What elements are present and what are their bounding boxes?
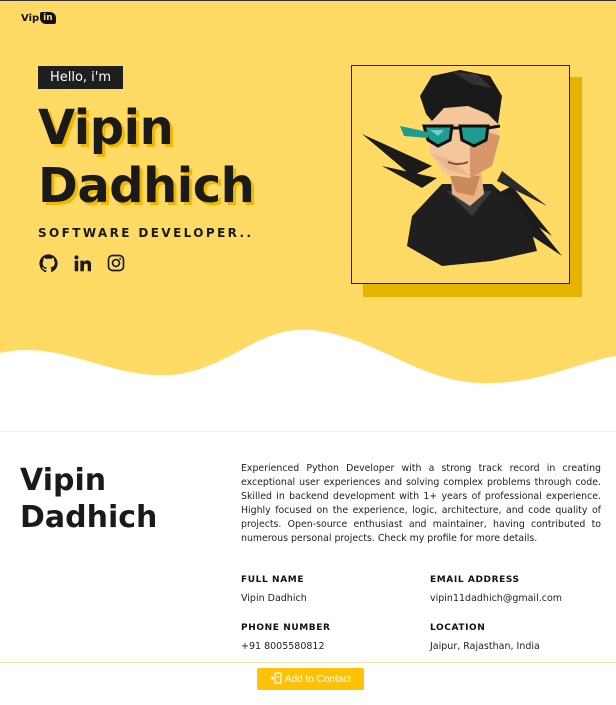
hero-name: Vipin Dadhich xyxy=(38,99,255,215)
linkedin-icon[interactable] xyxy=(72,253,92,273)
role-title: SOFTWARE DEVELOPER.. xyxy=(38,226,254,240)
section-divider xyxy=(0,431,616,432)
email-label: EMAIL ADDRESS xyxy=(430,575,520,585)
profile-illustration xyxy=(351,65,570,284)
phone-label: PHONE NUMBER xyxy=(241,623,331,633)
logo-text: Vip xyxy=(21,12,40,24)
greeting-badge: Hello, i'm xyxy=(38,66,123,89)
full-name-label: FULL NAME xyxy=(241,575,305,585)
add-contact-icon xyxy=(270,671,282,687)
hero-last-name: Dadhich xyxy=(38,158,255,214)
about-last-name: Dadhich xyxy=(20,500,158,535)
about-bio: Experienced Python Developer with a stro… xyxy=(241,463,601,544)
add-to-contact-button[interactable]: Add to Contact xyxy=(257,668,364,690)
about-name: Vipin Dadhich xyxy=(20,462,157,536)
hero-section: Vip in Hello, i'm Vipin Dadhich SOFTWARE… xyxy=(0,0,616,401)
full-name-value: Vipin Dadhich xyxy=(241,593,307,604)
location-value: Jaipur, Rajasthan, India xyxy=(430,641,540,652)
add-to-contact-label: Add to Contact xyxy=(284,673,352,685)
site-logo[interactable]: Vip in xyxy=(21,12,56,24)
email-value[interactable]: vipin11dadhich@gmail.com xyxy=(430,593,562,604)
location-label: LOCATION xyxy=(430,623,486,633)
footer-divider xyxy=(0,662,616,663)
social-links xyxy=(38,253,126,273)
hero-wave xyxy=(0,329,616,401)
about-first-name: Vipin xyxy=(20,463,107,498)
github-icon[interactable] xyxy=(38,253,58,273)
phone-value[interactable]: +91 8005580812 xyxy=(241,641,325,652)
instagram-icon[interactable] xyxy=(106,253,126,273)
hero-first-name: Vipin xyxy=(38,100,174,156)
logo-badge: in xyxy=(40,12,56,24)
